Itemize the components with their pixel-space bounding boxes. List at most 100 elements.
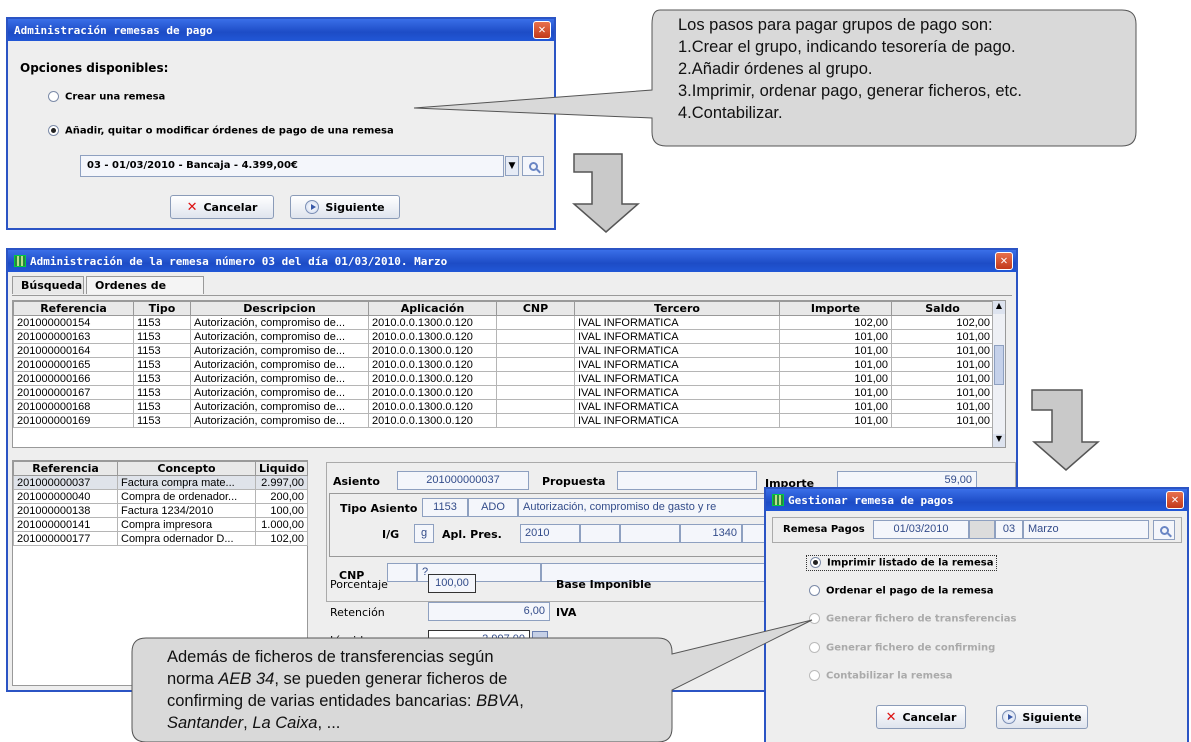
table-cell: 2010.0.0.1300.0.120 bbox=[368, 399, 497, 414]
gestionar-option-transferencias[interactable]: Generar fichero de transferencias bbox=[809, 613, 1016, 625]
ordenes-table-container: Referencia Tipo Descripcion Aplicación C… bbox=[12, 300, 1006, 448]
col-header[interactable]: Aplicación bbox=[368, 301, 497, 316]
table-row[interactable]: 201000000037 Factura compra mate... 2.997,… bbox=[13, 475, 308, 490]
cnp-field[interactable] bbox=[387, 563, 417, 582]
apl-pres-label: Apl. Pres. bbox=[442, 528, 502, 541]
gestionar-option-imprimir[interactable]: Imprimir listado de la remesa bbox=[806, 555, 998, 571]
tipo-asiento-field[interactable]: 1153 bbox=[422, 498, 468, 517]
col-header[interactable]: Referencia bbox=[13, 301, 134, 316]
table-cell: IVAL INFORMATICA bbox=[574, 371, 780, 386]
text-fragment: BBVA bbox=[476, 692, 520, 710]
option-label: Contabilizar la remesa bbox=[826, 670, 953, 682]
tab-busqueda[interactable]: Búsqueda bbox=[12, 276, 84, 294]
scroll-thumb[interactable] bbox=[994, 345, 1004, 385]
col-header[interactable]: Importe bbox=[779, 301, 892, 316]
table-scrollbar[interactable]: ▲ ▼ bbox=[992, 301, 1005, 447]
table-cell: 1153 bbox=[133, 399, 191, 414]
table-row[interactable]: 201000000138 Factura 1234/2010 100,00 bbox=[13, 503, 308, 518]
remesa-num-field[interactable]: 03 bbox=[995, 520, 1023, 539]
table-cell: 2.997,00 bbox=[255, 475, 308, 490]
table-cell: 201000000169 bbox=[13, 413, 134, 428]
ordenes-table: Referencia Tipo Descripcion Aplicación C… bbox=[13, 301, 994, 428]
col-header[interactable]: Concepto bbox=[117, 461, 256, 476]
table-row[interactable]: 201000000167 1153 Autorización, compromiso… bbox=[13, 385, 994, 400]
propuesta-field[interactable] bbox=[617, 471, 757, 490]
tab-strip: Búsqueda Ordenes de pago bbox=[12, 276, 1012, 309]
table-row[interactable]: 201000000169 1153 Autorización, compromiso… bbox=[13, 413, 994, 428]
col-header[interactable]: Saldo bbox=[891, 301, 994, 316]
apl-sub-field[interactable] bbox=[620, 524, 680, 543]
table-cell: 201000000177 bbox=[13, 531, 118, 546]
play-icon bbox=[1002, 710, 1017, 724]
table-cell bbox=[496, 315, 575, 330]
table-cell: IVAL INFORMATICA bbox=[574, 343, 780, 358]
tab-ordenes-pago[interactable]: Ordenes de pago bbox=[86, 276, 204, 309]
table-row[interactable]: 201000000040 Compra de ordenador... 200,00 bbox=[13, 489, 308, 504]
table-cell: 201000000165 bbox=[13, 357, 134, 372]
col-header[interactable]: Tercero bbox=[574, 301, 780, 316]
remesa-blank-field[interactable] bbox=[969, 520, 995, 539]
gestionar-option-confirming[interactable]: Generar fichero de confirming bbox=[809, 642, 995, 654]
table-cell: 102,00 bbox=[891, 315, 994, 330]
conceptos-table: Referencia Concepto Liquido 201000000037… bbox=[13, 461, 308, 546]
col-header[interactable]: Referencia bbox=[13, 461, 118, 476]
table-cell: 2010.0.0.1300.0.120 bbox=[368, 413, 497, 428]
callout-top-line: Los pasos para pagar grupos de pago son: bbox=[678, 16, 993, 34]
porcentaje-field[interactable]: 100,00 bbox=[428, 574, 476, 593]
scroll-up-icon[interactable]: ▲ bbox=[993, 301, 1005, 314]
table-cell: 201000000164 bbox=[13, 343, 134, 358]
next-button[interactable]: Siguiente bbox=[996, 705, 1088, 729]
cancel-button[interactable]: ✕ Cancelar bbox=[876, 705, 966, 729]
apl-year-field[interactable]: 2010 bbox=[520, 524, 580, 543]
col-header[interactable]: Descripcion bbox=[190, 301, 369, 316]
table-cell: 1153 bbox=[133, 413, 191, 428]
gestionar-option-ordenar[interactable]: Ordenar el pago de la remesa bbox=[809, 585, 993, 597]
table-cell: 101,00 bbox=[779, 371, 892, 386]
table-row[interactable]: 201000000168 1153 Autorización, compromiso… bbox=[13, 399, 994, 414]
ig-field[interactable]: g bbox=[414, 524, 434, 543]
tipo-desc-field[interactable]: Autorización, compromiso de gasto y re bbox=[518, 498, 768, 517]
close-icon[interactable]: ✕ bbox=[995, 252, 1013, 270]
table-cell: 1153 bbox=[133, 385, 191, 400]
gestionar-option-contabilizar[interactable]: Contabilizar la remesa bbox=[809, 670, 953, 682]
table-cell: IVAL INFORMATICA bbox=[574, 315, 780, 330]
col-header[interactable]: Liquido bbox=[255, 461, 308, 476]
table-cell: Autorización, compromiso de... bbox=[190, 371, 369, 386]
table-row[interactable]: 201000000166 1153 Autorización, compromiso… bbox=[13, 371, 994, 386]
table-row[interactable]: 201000000177 Compra odernador D... 102,00 bbox=[13, 531, 308, 546]
table-cell: 201000000141 bbox=[13, 517, 118, 532]
remesa-month-field[interactable]: Marzo bbox=[1023, 520, 1149, 539]
retencion-field[interactable]: 6,00 bbox=[428, 602, 550, 621]
remesa-date-field[interactable]: 01/03/2010 bbox=[873, 520, 969, 539]
callout-bottom-line: norma AEB 34, se pueden generar ficheros… bbox=[167, 668, 667, 690]
callout-top-text: Los pasos para pagar grupos de pago son:… bbox=[678, 14, 1128, 124]
apl-sub-field[interactable] bbox=[580, 524, 620, 543]
remesa-pagos-row: Remesa Pagos 01/03/2010 03 Marzo bbox=[772, 517, 1182, 543]
calculator-icon[interactable] bbox=[532, 631, 548, 647]
col-header[interactable]: CNP bbox=[496, 301, 575, 316]
iva-label: IVA bbox=[556, 606, 577, 619]
table-cell bbox=[496, 399, 575, 414]
close-icon[interactable]: ✕ bbox=[1166, 491, 1184, 509]
table-row[interactable]: 201000000163 1153 Autorización, compromiso… bbox=[13, 329, 994, 344]
table-cell: 1153 bbox=[133, 343, 191, 358]
table-row[interactable]: 201000000164 1153 Autorización, compromiso… bbox=[13, 343, 994, 358]
cancel-x-icon: ✕ bbox=[885, 709, 897, 725]
table-cell: 101,00 bbox=[779, 385, 892, 400]
table-cell bbox=[496, 385, 575, 400]
table-cell: 101,00 bbox=[779, 399, 892, 414]
ado-field[interactable]: ADO bbox=[468, 498, 518, 517]
remesa-pagos-label: Remesa Pagos bbox=[783, 524, 865, 535]
ig-label: I/G bbox=[382, 528, 400, 541]
asiento-field[interactable]: 201000000037 bbox=[397, 471, 529, 490]
scroll-down-icon[interactable]: ▼ bbox=[993, 434, 1005, 447]
table-row[interactable]: 201000000165 1153 Autorización, compromiso… bbox=[13, 357, 994, 372]
table-cell bbox=[496, 329, 575, 344]
remesa-search-button[interactable] bbox=[1153, 520, 1175, 540]
apl-code-field[interactable]: 1340 bbox=[680, 524, 742, 543]
table-row[interactable]: 201000000141 Compra impresora 1.000,00 bbox=[13, 517, 308, 532]
text-fragment: , ... bbox=[317, 714, 341, 732]
col-header[interactable]: Tipo bbox=[133, 301, 191, 316]
table-cell: 2010.0.0.1300.0.120 bbox=[368, 371, 497, 386]
table-row[interactable]: 201000000154 1153 Autorización, compromiso… bbox=[13, 315, 994, 330]
